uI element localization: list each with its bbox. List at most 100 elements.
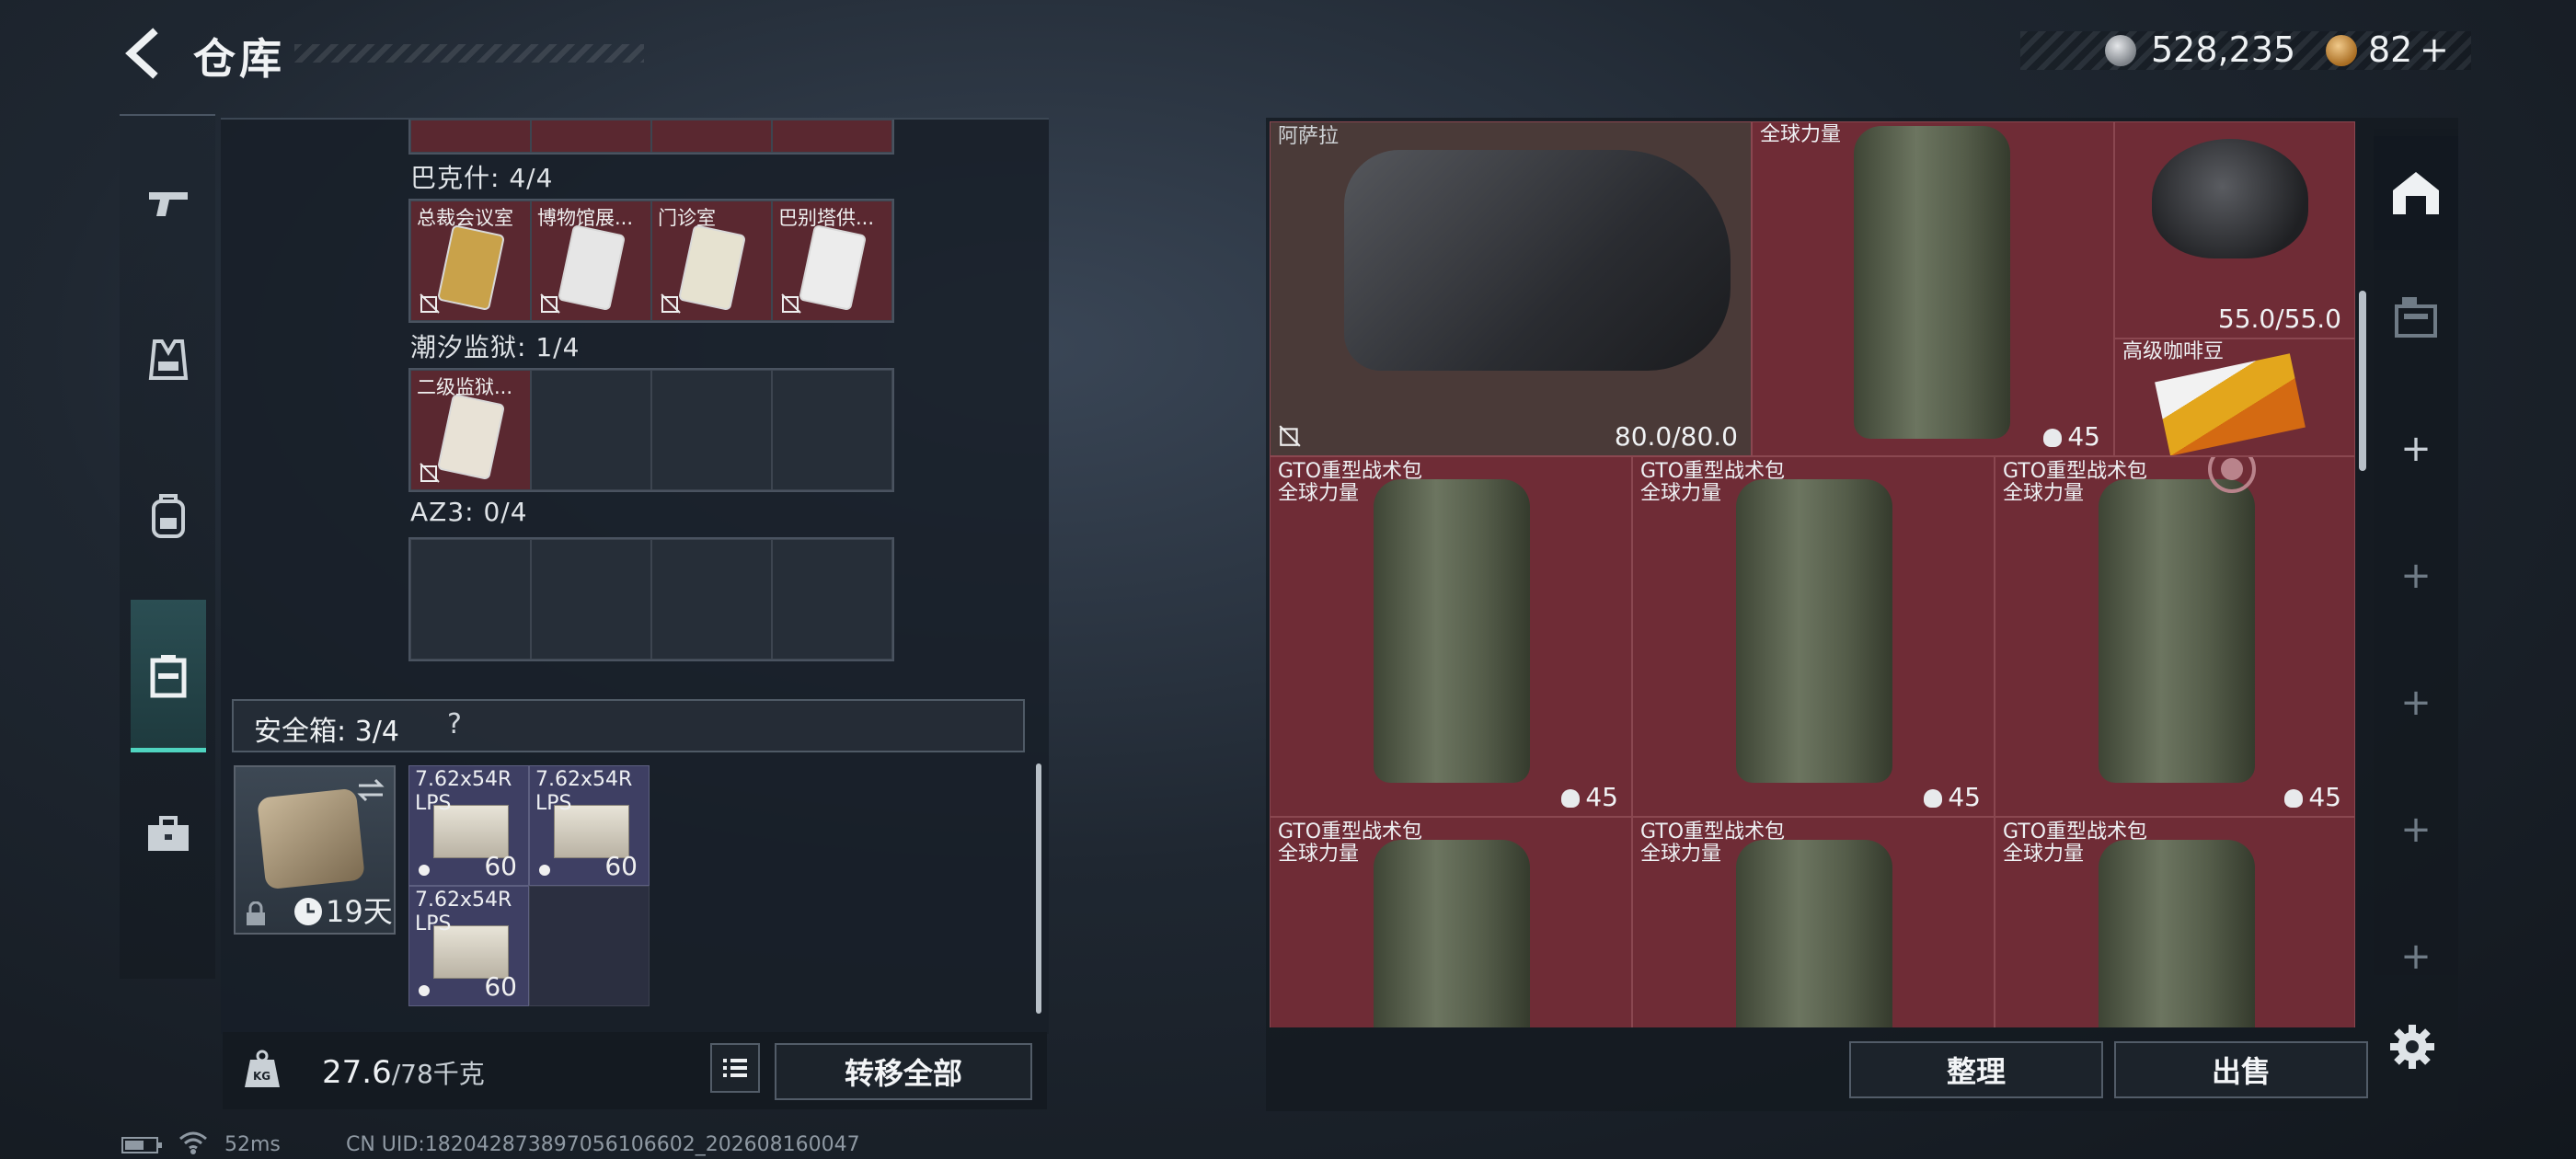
tab-add-2[interactable]: + [2374,519,2458,633]
keycard-name: 博物馆展... [537,207,634,229]
item-name: GTO重型战术包 全球力量 [2003,820,2148,866]
empty-keycard-slot[interactable] [410,539,531,660]
keycard-slot[interactable]: 巴别塔供... [772,201,892,321]
keycard-slot[interactable]: 总裁会议室 [410,201,531,321]
swap-icon[interactable] [355,776,386,804]
clock-icon [294,898,322,925]
add-currency-button[interactable]: + [2420,29,2449,70]
backpack-item[interactable]: GTO重型战术包 全球力量 [1632,817,1995,1027]
grid-cell[interactable] [531,120,651,153]
coffee-item[interactable]: 高级咖啡豆 [2114,339,2355,456]
keycard-image [436,224,506,312]
keycard-image [677,224,747,312]
list-view-button[interactable] [710,1043,760,1093]
empty-keycard-slot[interactable] [651,539,772,660]
safe-box-count: 3/4 [354,716,399,748]
item-name: GTO重型战术包 全球力量 [1640,460,1786,505]
empty-keycard-slot[interactable] [772,370,892,490]
backpack-item[interactable]: GTO重型战术包 全球力量 [1995,817,2355,1027]
user-id: CN UID:1820428738970561066​02_2026081600… [346,1133,860,1156]
transfer-all-button[interactable]: 转移全部 [775,1043,1032,1100]
ammo-item[interactable]: 7.62x54R LPS 60 [529,765,650,886]
warehouse-scrollbar[interactable] [2359,291,2366,471]
keycard-slot[interactable]: 门诊室 [651,201,772,321]
keycard-slot[interactable]: 博物馆展... [531,201,651,321]
tab-add-3[interactable]: + [2374,646,2458,760]
backpack-item[interactable]: GTO重型战术包 全球力量 45 [1632,456,1995,817]
nav-misc[interactable] [131,797,206,872]
item-name: GTO重型战术包 全球力量 [1278,460,1423,505]
ammo-dot-icon [419,985,430,996]
empty-keycard-slot[interactable] [772,539,892,660]
tab-add-4[interactable]: + [2374,773,2458,887]
ammo-count: 60 [484,971,517,1002]
tab-warehouse-2[interactable] [2374,259,2458,373]
nav-containers[interactable] [131,638,206,714]
sort-button[interactable]: 整理 [1849,1041,2103,1098]
armor-item[interactable]: 阿萨拉 80.0/80.0 [1270,121,1752,456]
backpack-image [2099,840,2255,1027]
tab-add-1[interactable]: + [2374,392,2458,506]
item-name: GTO重型战术包 全球力量 [1278,820,1423,866]
keycard-name: 巴别塔供... [778,207,875,229]
group-label-bakesh: 巴克什: 4/4 [410,163,554,193]
ammo-name: 7.62x54R LPS [415,889,512,935]
ping-readout: 52ms [224,1133,281,1156]
tab-add-5[interactable]: + [2374,900,2458,1014]
keycard-slot[interactable]: 二级监狱... [410,370,531,490]
backpack-image [1736,840,1892,1027]
empty-keycard-slot[interactable] [531,370,651,490]
no-trade-icon [781,293,801,314]
plus-icon: + [2400,935,2432,978]
empty-safe-slot[interactable] [529,886,650,1006]
backpack-item[interactable]: GTO重型战术包 全球力量 45 [1995,456,2355,817]
storage-shelf-icon [2395,297,2437,338]
helmet-item[interactable]: 55.0/55.0 [2114,121,2355,339]
capacity-icon [1924,789,1943,808]
ammo-name: 7.62x54R LPS [415,768,512,815]
no-trade-icon [420,463,440,483]
grid-cell[interactable] [410,120,531,153]
backpack-item[interactable]: GTO重型战术包 全球力量 45 [1270,456,1632,817]
backpack-image [1374,840,1530,1027]
back-arrow-icon[interactable] [118,28,169,79]
item-brand: 全球力量 [1760,123,1842,146]
backpack-image [1854,126,2010,439]
capacity-icon [2043,429,2063,447]
backpack-capacity: 45 [2043,421,2100,452]
nav-weapons[interactable] [131,166,206,241]
safe-help-button[interactable]: ? [447,708,462,740]
plus-icon: + [2400,682,2432,724]
backpack-icon [152,494,185,538]
backpack-item[interactable]: 全球力量 45 [1752,121,2114,456]
plus-icon: + [2400,555,2432,597]
empty-keycard-slot[interactable] [651,370,772,490]
plus-icon: + [2400,809,2432,851]
no-trade-icon [1279,425,1301,447]
storage-scrollbar[interactable] [1036,763,1041,1014]
nav-armor[interactable] [131,322,206,397]
grid-cell[interactable] [651,120,772,153]
item-name: 高级咖啡豆 [2122,340,2225,363]
tab-warehouse-main[interactable] [2374,136,2458,250]
keycard-grid-az3 [408,537,894,661]
keycard-image [557,224,627,312]
ammo-item[interactable]: 7.62x54R LPS 60 [408,886,529,1006]
grid-cell[interactable] [772,120,892,153]
ammo-count: 60 [604,851,638,881]
armor-durability: 80.0/80.0 [1614,421,1738,452]
nav-backpacks[interactable] [131,478,206,554]
capacity-icon [1561,789,1581,808]
backpack-capacity: 45 [1924,782,1981,812]
target-marker-icon [2208,457,2256,493]
ammo-item[interactable]: 7.62x54R LPS 60 [408,765,529,886]
silver-amount: 528,235 [2151,29,2296,70]
backpack-item[interactable]: GTO重型战术包 全球力量 [1270,817,1632,1027]
sell-button[interactable]: 出售 [2114,1041,2368,1098]
ammo-dot-icon [419,865,430,876]
empty-keycard-slot[interactable] [531,539,651,660]
backpack-capacity: 45 [1561,782,1618,812]
weight-icon: KG [245,1050,280,1087]
settings-gear-icon[interactable] [2386,1021,2438,1073]
safe-box-label: 安全箱: 3/4 [254,716,399,748]
